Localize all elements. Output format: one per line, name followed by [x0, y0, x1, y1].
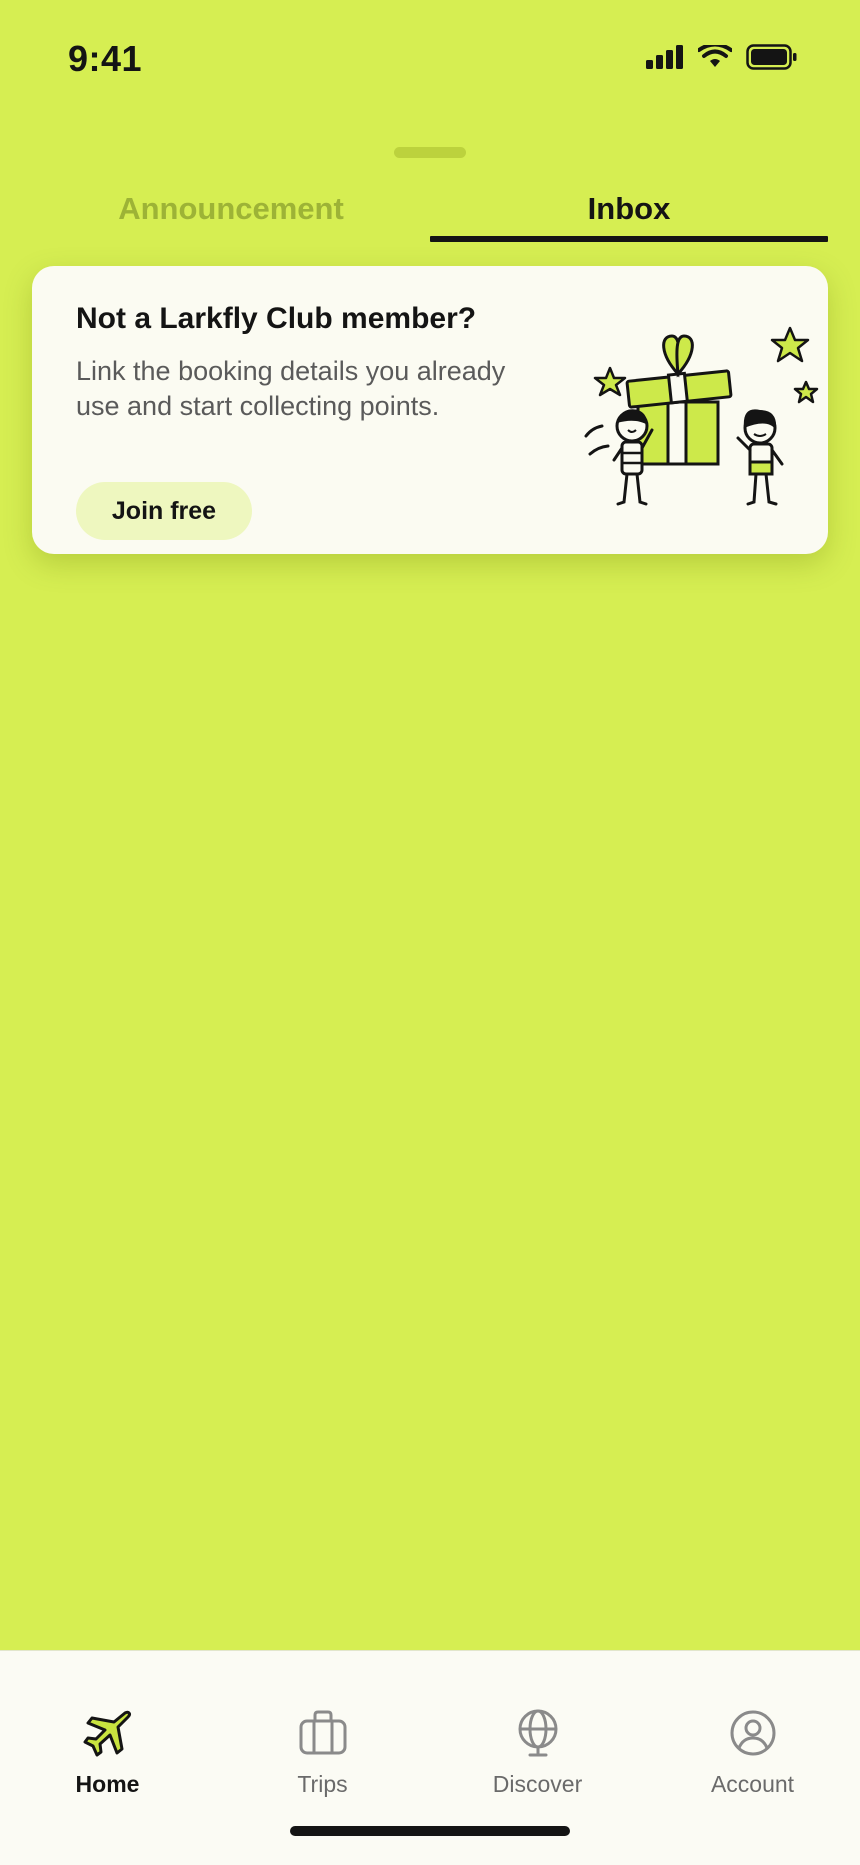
- tab-announcement[interactable]: Announcement: [32, 180, 430, 238]
- nav-trips[interactable]: Trips: [215, 1707, 430, 1798]
- user-circle-icon: [730, 1710, 775, 1756]
- status-time: 9:41: [68, 38, 143, 79]
- battery-icon: [746, 44, 797, 70]
- suitcase-icon: [299, 1710, 346, 1755]
- tab-inbox[interactable]: Inbox: [430, 180, 828, 238]
- club-promo-card: Not a Larkfly Club member? Link the book…: [32, 266, 828, 554]
- status-bar: 9:41: [0, 0, 860, 120]
- nav-discover[interactable]: Discover: [430, 1707, 645, 1798]
- nav-account[interactable]: Account: [645, 1707, 860, 1798]
- airplane-icon: [83, 1710, 131, 1757]
- nav-label-home: Home: [75, 1771, 140, 1797]
- promo-title: Not a Larkfly Club member?: [76, 302, 477, 335]
- nav-home[interactable]: Home: [0, 1707, 215, 1798]
- sheet-grabber[interactable]: [394, 147, 466, 158]
- active-tab-indicator: [430, 236, 828, 242]
- tab-bar: Announcement Inbox: [32, 180, 828, 242]
- signal-icon: [646, 45, 683, 69]
- nav-label-discover: Discover: [492, 1771, 583, 1797]
- globe-icon: [518, 1709, 557, 1757]
- nav-label-account: Account: [710, 1771, 795, 1797]
- status-icons: [646, 44, 798, 70]
- join-free-button[interactable]: Join free: [76, 482, 252, 540]
- nav-label-trips: Trips: [297, 1771, 348, 1797]
- wifi-icon: [698, 45, 732, 67]
- gift-illustration: [584, 326, 819, 506]
- promo-body: Link the booking details you already use…: [76, 356, 506, 421]
- home-indicator: [290, 1826, 570, 1836]
